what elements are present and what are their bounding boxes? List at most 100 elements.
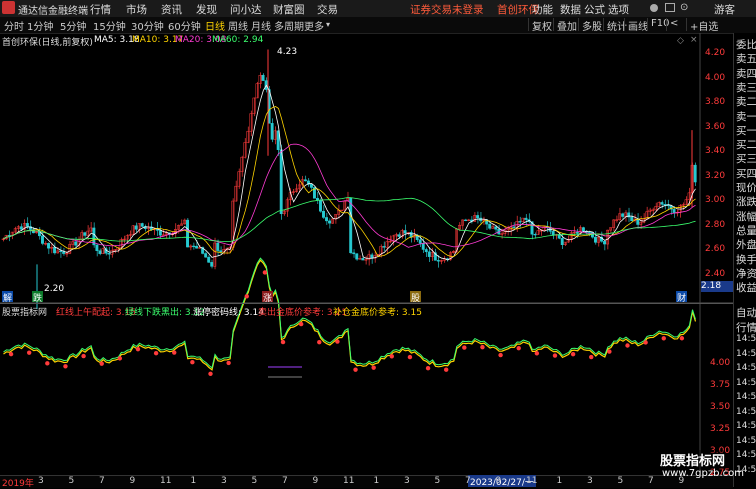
- overlay-button[interactable]: 叠加: [553, 18, 577, 33]
- period-5min[interactable]: 5分钟: [60, 18, 86, 33]
- login-notice[interactable]: 证券交易未登录: [410, 2, 484, 17]
- marker-die[interactable]: 跌: [32, 291, 43, 304]
- quote-field-label: 买一: [736, 124, 756, 137]
- x-tick: 7: [465, 476, 471, 486]
- candle-body: [533, 233, 537, 236]
- menu-hangqing[interactable]: 行情: [90, 2, 111, 17]
- more-chevron-icon[interactable]: ▾: [326, 20, 330, 29]
- quote-field-label: 涨跌: [736, 196, 756, 209]
- user-icon[interactable]: [650, 4, 658, 12]
- period-30min[interactable]: 30分钟: [131, 18, 164, 33]
- candle-body: [382, 246, 386, 248]
- signal-dot: [407, 354, 413, 360]
- signal-dot: [172, 350, 177, 355]
- multi-stock-button[interactable]: 多股: [578, 18, 602, 33]
- candle-body: [575, 231, 579, 234]
- candle-body: [370, 254, 374, 259]
- y-tick-main: 3.60: [705, 121, 726, 132]
- period-1min[interactable]: 1分钟: [27, 18, 53, 33]
- low-price-label: 2.20: [44, 284, 65, 294]
- marker-gu[interactable]: 股: [410, 291, 421, 304]
- candle-body: [25, 223, 29, 227]
- candle-body: [403, 230, 407, 234]
- period-weekly[interactable]: 周线: [228, 18, 248, 33]
- quote-field-label: 卖一: [736, 110, 756, 123]
- period-daily[interactable]: 日线: [205, 18, 225, 33]
- candle-body: [551, 231, 555, 236]
- menu-shichang[interactable]: 市场: [126, 2, 147, 17]
- signal-dot: [262, 270, 268, 275]
- menu-shuju[interactable]: 数据: [560, 2, 581, 17]
- signal-dot: [317, 339, 322, 345]
- menu-xuanxiang[interactable]: 选项: [608, 2, 629, 17]
- close-icon[interactable]: ×: [690, 35, 698, 45]
- candle-body: [107, 252, 111, 255]
- period-15min[interactable]: 15分钟: [93, 18, 126, 33]
- draw-line-button[interactable]: 画线: [624, 18, 648, 33]
- tick-time: 14:50: [736, 406, 756, 417]
- guest-label[interactable]: 游客: [714, 2, 735, 17]
- candle-body: [204, 253, 208, 258]
- candle-body: [603, 241, 606, 245]
- menu-wenxiaoda[interactable]: 问小达: [230, 2, 262, 17]
- watermark-url: www.7gpzb.com: [662, 468, 744, 479]
- candle-body: [660, 202, 664, 205]
- marker-cai[interactable]: 财: [676, 291, 687, 304]
- skin-icon[interactable]: ⊙: [680, 2, 688, 13]
- last-price-tag: 2.18: [701, 281, 733, 292]
- menu-jiaoyi[interactable]: 交易: [317, 2, 338, 17]
- panel-tab[interactable]: 自动: [736, 305, 756, 320]
- menu-faxian[interactable]: 发现: [196, 2, 217, 17]
- marker-jie[interactable]: 解: [2, 291, 13, 304]
- collapse-icon[interactable]: ◇: [677, 36, 684, 46]
- prev-arrow-icon[interactable]: <: [666, 18, 678, 31]
- ind-buy-ref: 补仓金底价参考: 3.15: [333, 308, 422, 318]
- signal-dot: [135, 346, 141, 352]
- quote-field-label: 净资: [736, 267, 756, 280]
- quote-side-panel: 委比 卖五 卖四 卖三 卖二 卖一 买一 买二 买三 买四 现价 涨跌 涨幅 总量 外盘 换手 净资 收益 自动 行情…: [733, 33, 756, 487]
- quote-field-label: 现价: [736, 182, 756, 194]
- signal-dot: [607, 349, 612, 354]
- panel-tab[interactable]: 行情: [736, 320, 756, 335]
- x-tick: 1: [373, 476, 380, 486]
- signal-dot: [570, 351, 576, 357]
- period-60min[interactable]: 60分钟: [168, 18, 201, 33]
- candle-body: [309, 184, 313, 188]
- x-tick: 5: [434, 476, 441, 486]
- candle-body: [328, 220, 332, 224]
- tick-time: 14:50: [736, 450, 756, 460]
- quote-field-label: 换手: [736, 253, 756, 266]
- candlestick-chart[interactable]: [0, 33, 733, 487]
- add-watchlist-button[interactable]: +自选: [686, 18, 718, 33]
- period-multi[interactable]: 多周期: [274, 18, 304, 33]
- x-tick: 5: [68, 476, 75, 486]
- signal-dot: [26, 350, 32, 355]
- x-tick: 9: [312, 476, 319, 486]
- x-tick: 7: [648, 476, 654, 486]
- candle-body: [98, 250, 102, 254]
- candle-body: [219, 250, 223, 253]
- y-tick-main: 3.40: [705, 146, 726, 156]
- indicator-title[interactable]: 股票指标网: [2, 305, 47, 318]
- menu-gongneng[interactable]: 功能: [532, 2, 553, 17]
- candle-body: [53, 246, 57, 254]
- candle-body: [427, 251, 431, 257]
- menu-zixun[interactable]: 资讯: [161, 2, 182, 17]
- candle-body: [319, 199, 322, 212]
- y-tick-indicator: 3.25: [710, 424, 731, 434]
- period-monthly[interactable]: 月线: [251, 18, 271, 33]
- signal-dot: [480, 344, 485, 350]
- candle-body: [672, 208, 676, 213]
- window-icon[interactable]: [665, 3, 675, 12]
- menu-gongshi[interactable]: 公式: [584, 2, 605, 17]
- marker-zhang[interactable]: 涨: [262, 291, 273, 304]
- candle-body: [636, 218, 640, 225]
- menu-caifuquan[interactable]: 财富圈: [273, 2, 305, 17]
- period-fenshi[interactable]: 分时: [4, 18, 24, 33]
- signal-dot: [63, 364, 68, 369]
- tick-time: 14:50: [736, 348, 756, 359]
- period-more[interactable]: 更多: [304, 18, 324, 33]
- signal-dot: [552, 353, 558, 358]
- y-tick-main: 3.80: [705, 97, 726, 107]
- fuquan-button[interactable]: 复权: [528, 18, 552, 33]
